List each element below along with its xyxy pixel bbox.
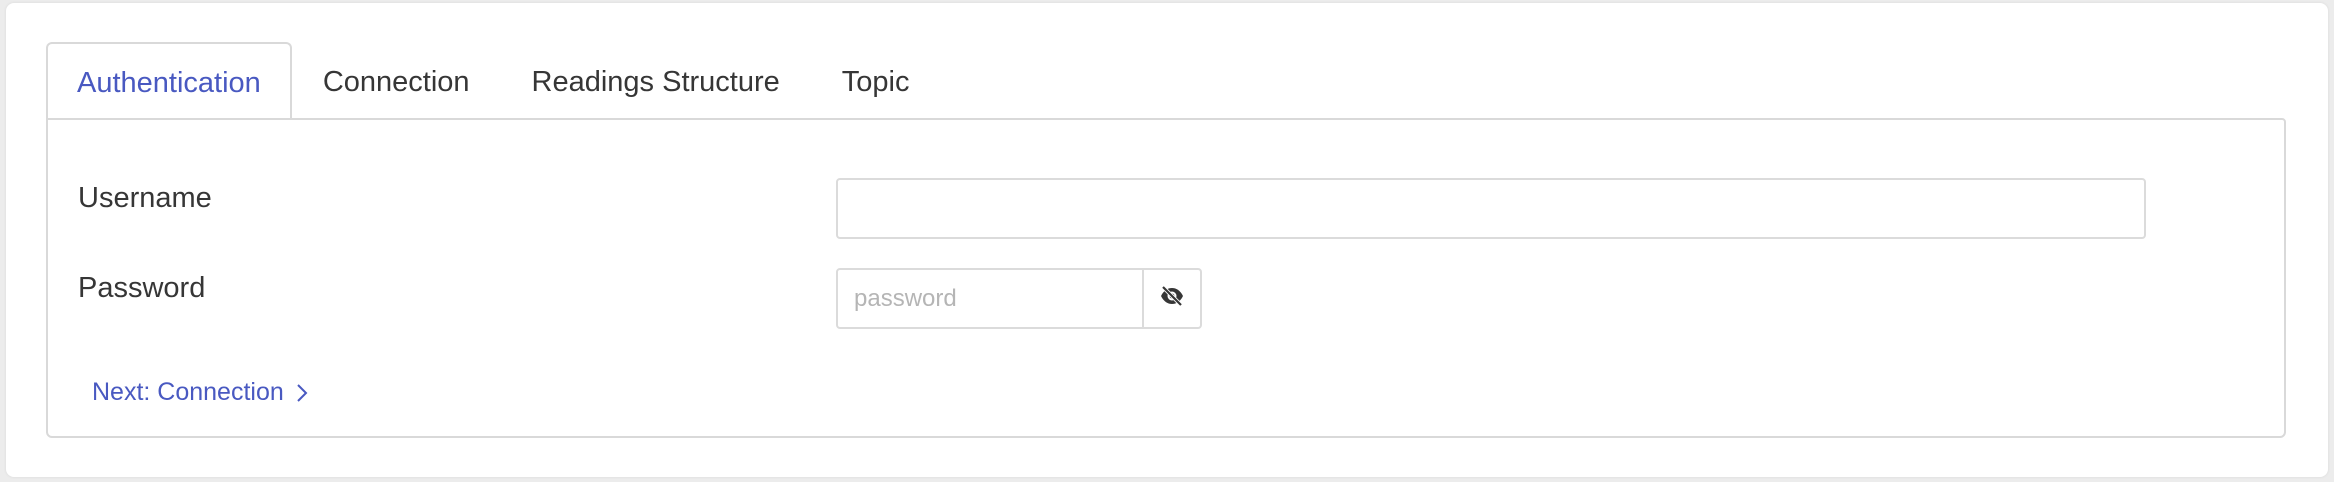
username-input[interactable] [836,178,2146,239]
chevron-right-icon [296,383,308,403]
eye-slash-icon [1159,285,1185,312]
tab-readings-structure[interactable]: Readings Structure [501,44,811,120]
password-input[interactable] [836,268,1144,329]
username-label: Username [78,182,212,214]
tab-connection[interactable]: Connection [292,44,501,120]
tab-authentication[interactable]: Authentication [46,42,292,122]
password-visibility-toggle[interactable] [1142,268,1202,329]
tab-panel-authentication: Username Password Next: Connection [46,118,2286,438]
password-label: Password [78,272,206,304]
next-link-label: Next: Connection [92,378,284,406]
card: Authentication Connection Readings Struc… [6,3,2328,477]
tab-topic[interactable]: Topic [811,44,941,120]
next-connection-link[interactable]: Next: Connection [92,378,308,407]
tab-bar: Authentication Connection Readings Struc… [46,42,986,122]
